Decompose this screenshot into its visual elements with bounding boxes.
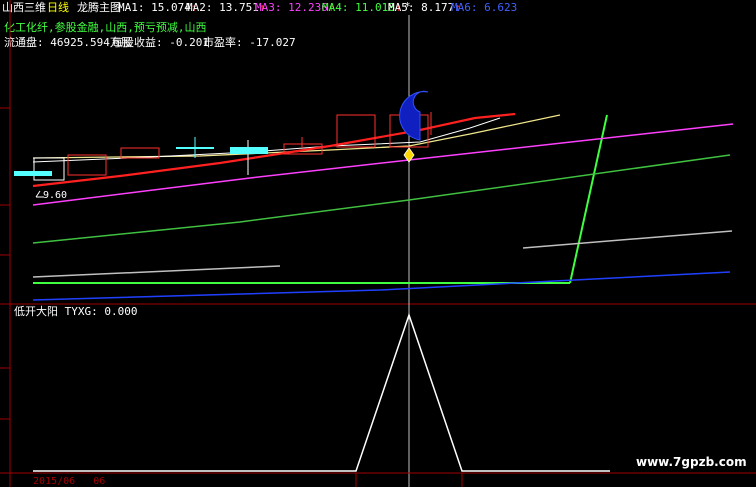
ma5-line-right [522, 230, 733, 249]
candle [230, 147, 268, 154]
stock-chart-window[interactable]: 山西三维 日线 龙腾主图 MA1: 15.074↑ MA2: 13.751↑ M… [0, 0, 756, 487]
low-price-arrow-icon [35, 190, 41, 198]
watermark: www.7gpzb.com [636, 455, 747, 469]
main-price-chart[interactable]: 9.60 [0, 0, 756, 305]
ma4-line [32, 154, 731, 244]
candle [14, 171, 52, 176]
low-price-label: 9.60 [43, 190, 67, 201]
sub-indicator-title: 低开大阳 TYXG: 0.000 [14, 305, 138, 318]
tyxg-line [33, 312, 610, 472]
ma6-line [32, 271, 731, 301]
date-label: 2015/06 06 [33, 476, 106, 487]
ma5-line [32, 265, 281, 278]
candle [176, 147, 214, 149]
